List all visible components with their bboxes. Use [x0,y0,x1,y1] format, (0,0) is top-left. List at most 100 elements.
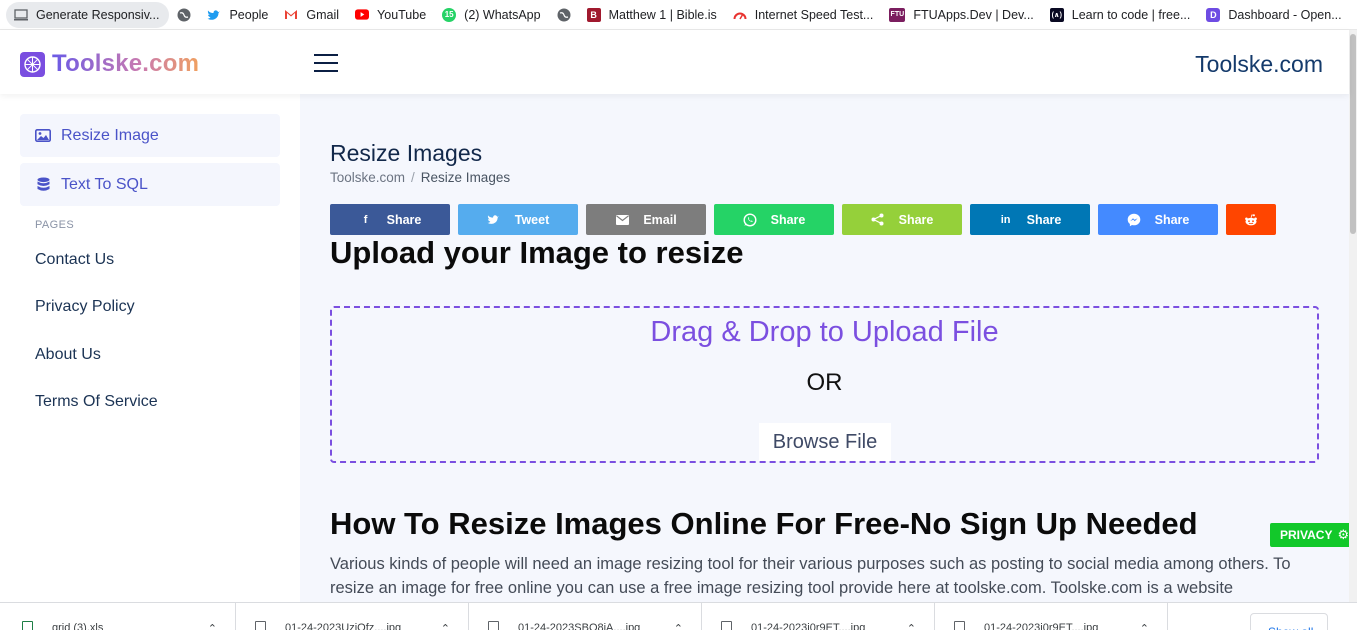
menu-toggle-icon[interactable] [314,54,338,74]
facebook-icon: f [363,213,368,226]
bookmark-youtube[interactable]: YouTube [347,2,434,28]
bookmark-whatsapp[interactable]: 15 (2) WhatsApp [434,2,548,28]
bookmark-globe-2[interactable] [549,2,579,28]
page-scrollbar[interactable] [1349,30,1357,602]
dropzone-or-text: OR [806,369,843,396]
browse-file-button[interactable]: Browse File [759,423,891,461]
file-image-icon [255,621,266,630]
bookmark-label: Learn to code | free... [1071,7,1191,22]
upload-heading: Upload your Image to resize [330,235,744,270]
bookmark-label: (2) WhatsApp [464,7,541,22]
intro-paragraph: Various kinds of people will need an ima… [330,555,1291,597]
share-sharethis-button[interactable]: Share [842,204,962,235]
globe-icon [557,8,571,22]
download-file-name: 01-24-2023SBO8iA....jpg [518,622,641,630]
chevron-up-icon[interactable]: ⌃ [674,622,683,630]
twitter-icon [207,8,221,22]
share-button-label: Share [1154,212,1190,227]
linkedin-icon: in [1000,213,1011,226]
main-content: Resize Images Toolske.com / Resize Images … [300,94,1349,602]
chevron-up-icon[interactable]: ⌃ [441,622,450,630]
download-file-name: grid (3).xls [52,622,104,630]
share-button-label: Share [770,212,806,227]
file-image-icon [954,621,965,630]
bookmark-dashboard[interactable]: D Dashboard - Open... [1198,2,1349,28]
sidebar-item-label: Text To SQL [61,175,148,193]
chevron-up-icon[interactable]: ⌃ [1140,622,1149,630]
sidebar-link-contact-us[interactable]: Contact Us [35,251,114,269]
site-name-link[interactable]: Toolske.com [1195,51,1323,78]
file-xls-icon [22,621,33,630]
youtube-icon [355,8,370,22]
bookmark-speedtest[interactable]: Internet Speed Test... [725,2,882,28]
share-linkedin-button[interactable]: in Share [970,204,1090,235]
twitter-icon [487,213,501,227]
download-file-name: 01-24-2023UziOfz....jpg [285,622,402,630]
whatsapp-icon: 15 [442,7,457,22]
bible-icon: B [586,7,601,22]
sidebar-item-resize-image[interactable]: Resize Image [20,114,280,157]
page-title: Resize Images [330,140,483,166]
bookmark-label: Internet Speed Test... [754,7,874,22]
download-file-name: 01-24-2023i0r9ET....jpg [984,622,1099,630]
breadcrumb-home-link[interactable]: Toolske.com [330,170,405,185]
freecodecamp-icon: (∧) [1049,7,1064,22]
breadcrumb-separator: / [411,170,415,185]
sidebar-link-about-us[interactable]: About Us [35,346,101,364]
share-whatsapp-button[interactable]: Share [714,204,834,235]
bookmarks-bar: Generate Responsiv... People Gmail YouTu… [0,0,1357,30]
messenger-icon [1127,213,1141,227]
privacy-badge-button[interactable]: PRIVACY ⚙ [1270,523,1349,547]
how-to-heading: How To Resize Images Online For Free-No … [330,506,1198,541]
privacy-badge-label: PRIVACY [1280,528,1333,542]
bookmark-generate-responsive[interactable]: Generate Responsiv... [6,1,170,28]
share-facebook-button[interactable]: f Share [330,204,450,235]
sidebar-section-label: PAGES [35,219,75,231]
bookmark-label: FTUApps.Dev | Dev... [913,7,1034,22]
download-item[interactable]: 01-24-2023SBO8iA....jpg ⌃ [470,603,702,630]
bookmark-label: Matthew 1 | Bible.is [608,7,717,22]
bookmark-label: YouTube [377,7,427,22]
scrollbar-thumb[interactable] [1350,34,1356,234]
email-icon [615,213,629,227]
bookmark-label: Generate Responsiv... [36,7,160,22]
breadcrumb: Toolske.com / Resize Images [330,170,510,185]
share-button-label: Share [386,212,422,227]
sidebar-link-terms-of-service[interactable]: Terms Of Service [35,393,158,411]
share-button-label: Share [898,212,934,227]
download-item[interactable]: 01-24-2023UziOfz....jpg ⌃ [237,603,469,630]
database-icon [35,177,51,193]
share-twitter-button[interactable]: Tweet [458,204,578,235]
download-file-name: 01-24-2023i0r9ET....jpg [751,622,866,630]
image-icon [35,128,51,144]
sidebar-link-privacy-policy[interactable]: Privacy Policy [35,298,135,316]
bookmark-freecodecamp[interactable]: (∧) Learn to code | free... [1042,2,1199,28]
share-messenger-button[interactable]: Share [1098,204,1218,235]
sidebar-item-text-to-sql[interactable]: Text To SQL [20,163,280,206]
site-logo[interactable]: Toolske.com [20,50,199,78]
chevron-up-icon[interactable]: ⌃ [208,622,217,630]
download-item[interactable]: 01-24-2023i0r9ET....jpg ⌃ [936,603,1168,630]
globe-icon [177,8,191,22]
share-email-button[interactable]: Email [586,204,706,235]
bookmark-ftuapps[interactable]: FTU FTUApps.Dev | Dev... [881,2,1041,28]
dashboard-icon: D [1206,7,1221,22]
bookmark-label: People [229,7,269,22]
gmail-icon [284,8,298,22]
bookmark-people[interactable]: People [199,2,276,28]
whatsapp-icon [743,212,757,227]
logo-icon [20,51,45,77]
share-reddit-button[interactable] [1226,204,1276,235]
download-item[interactable]: 01-24-2023i0r9ET....jpg ⌃ [703,603,935,630]
show-all-downloads-button[interactable]: Show all [1250,613,1328,630]
top-header: Toolske.com Toolske.com [0,30,1349,94]
gear-icon: ⚙ [1337,527,1350,542]
file-dropzone[interactable]: Drag & Drop to Upload File OR Browse Fil… [330,306,1319,463]
chevron-up-icon[interactable]: ⌃ [907,622,916,630]
download-item[interactable]: grid (3).xls ⌃ [4,603,236,630]
bookmark-globe-1[interactable] [169,2,199,28]
file-image-icon [488,621,499,630]
bookmark-bible[interactable]: B Matthew 1 | Bible.is [579,2,725,28]
bookmark-gmail[interactable]: Gmail [276,2,347,28]
logo-text: Toolske.com [52,50,200,77]
